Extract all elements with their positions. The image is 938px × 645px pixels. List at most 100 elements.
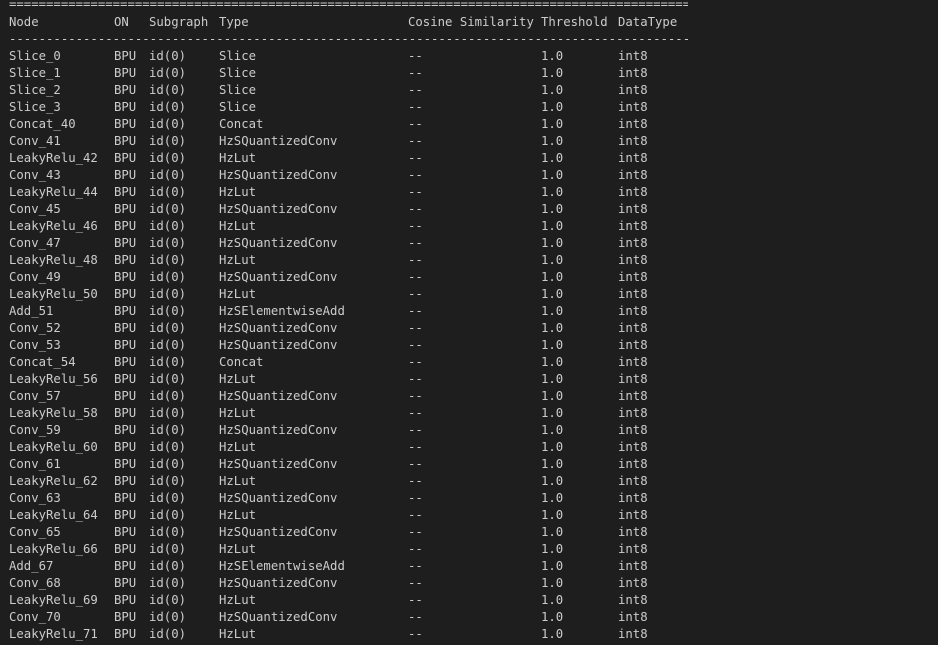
cell-on: BPU <box>114 270 137 284</box>
cell-subgraph: id(0) <box>149 627 187 641</box>
cell-cosine-similarity: -- <box>408 372 423 386</box>
cell-threshold: 1.0 <box>541 423 564 437</box>
header-type: Type <box>219 15 249 29</box>
cell-cosine-similarity: -- <box>408 134 423 148</box>
cell-on: BPU <box>114 66 137 80</box>
cell-on: BPU <box>114 406 137 420</box>
cell-datatype: int8 <box>618 134 648 148</box>
cell-type: HzSQuantizedConv <box>219 134 338 148</box>
cell-node: Slice_0 <box>9 49 61 63</box>
cell-type: Slice <box>219 66 257 80</box>
table-row: LeakyRelu_56 BPU id(0) HzLut -- 1.0 int8 <box>0 371 938 388</box>
cell-on: BPU <box>114 576 137 590</box>
cell-subgraph: id(0) <box>149 253 187 267</box>
cell-threshold: 1.0 <box>541 525 564 539</box>
cell-subgraph: id(0) <box>149 168 187 182</box>
cell-cosine-similarity: -- <box>408 304 423 318</box>
cell-on: BPU <box>114 168 137 182</box>
cell-type: HzSQuantizedConv <box>219 610 338 624</box>
cell-datatype: int8 <box>618 117 648 131</box>
cell-node: Add_51 <box>9 304 54 318</box>
cell-node: Conv_45 <box>9 202 61 216</box>
cell-on: BPU <box>114 491 137 505</box>
separator-line-header: ----------------------------------------… <box>9 32 688 46</box>
table-row: Slice_3 BPU id(0) Slice -- 1.0 int8 <box>0 99 938 116</box>
cell-threshold: 1.0 <box>541 185 564 199</box>
cell-subgraph: id(0) <box>149 49 187 63</box>
table-row: Conv_65 BPU id(0) HzSQuantizedConv -- 1.0 int8 <box>0 524 938 541</box>
cell-cosine-similarity: -- <box>408 49 423 63</box>
cell-datatype: int8 <box>618 338 648 352</box>
cell-threshold: 1.0 <box>541 202 564 216</box>
cell-subgraph: id(0) <box>149 83 187 97</box>
cell-type: Concat <box>219 117 264 131</box>
cell-node: Add_67 <box>9 559 54 573</box>
table-row: Conv_68 BPU id(0) HzSQuantizedConv -- 1.0 int8 <box>0 575 938 592</box>
cell-threshold: 1.0 <box>541 372 564 386</box>
cell-node: Conv_59 <box>9 423 61 437</box>
cell-type: HzLut <box>219 627 257 641</box>
cell-node: LeakyRelu_56 <box>9 372 98 386</box>
table-header-row: Node ON Subgraph Type Cosine Similarity … <box>0 14 938 31</box>
cell-threshold: 1.0 <box>541 627 564 641</box>
cell-datatype: int8 <box>618 406 648 420</box>
cell-type: HzSElementwiseAdd <box>219 304 345 318</box>
cell-datatype: int8 <box>618 508 648 522</box>
cell-datatype: int8 <box>618 372 648 386</box>
cell-on: BPU <box>114 440 137 454</box>
cell-subgraph: id(0) <box>149 440 187 454</box>
cell-subgraph: id(0) <box>149 100 187 114</box>
cell-cosine-similarity: -- <box>408 610 423 624</box>
cell-cosine-similarity: -- <box>408 440 423 454</box>
separator-line-top: ========================================… <box>9 0 688 11</box>
cell-type: HzLut <box>219 372 257 386</box>
cell-on: BPU <box>114 355 137 369</box>
table-row: LeakyRelu_44 BPU id(0) HzLut -- 1.0 int8 <box>0 184 938 201</box>
cell-datatype: int8 <box>618 185 648 199</box>
header-on: ON <box>114 15 129 29</box>
cell-subgraph: id(0) <box>149 287 187 301</box>
cell-threshold: 1.0 <box>541 355 564 369</box>
cell-cosine-similarity: -- <box>408 423 423 437</box>
cell-cosine-similarity: -- <box>408 389 423 403</box>
cell-node: Concat_54 <box>9 355 76 369</box>
cell-on: BPU <box>114 117 137 131</box>
cell-node: Conv_41 <box>9 134 61 148</box>
cell-on: BPU <box>114 542 137 556</box>
cell-cosine-similarity: -- <box>408 83 423 97</box>
cell-node: LeakyRelu_44 <box>9 185 98 199</box>
cell-type: HzSQuantizedConv <box>219 168 338 182</box>
cell-threshold: 1.0 <box>541 457 564 471</box>
table-row: LeakyRelu_42 BPU id(0) HzLut -- 1.0 int8 <box>0 150 938 167</box>
cell-subgraph: id(0) <box>149 457 187 471</box>
cell-on: BPU <box>114 338 137 352</box>
cell-type: HzLut <box>219 219 257 233</box>
cell-cosine-similarity: -- <box>408 627 423 641</box>
table-row: LeakyRelu_69 BPU id(0) HzLut -- 1.0 int8 <box>0 592 938 609</box>
cell-node: Conv_43 <box>9 168 61 182</box>
table-row: LeakyRelu_50 BPU id(0) HzLut -- 1.0 int8 <box>0 286 938 303</box>
cell-node: LeakyRelu_50 <box>9 287 98 301</box>
cell-subgraph: id(0) <box>149 474 187 488</box>
cell-on: BPU <box>114 610 137 624</box>
table-row: Conv_63 BPU id(0) HzSQuantizedConv -- 1.0 int8 <box>0 490 938 507</box>
cell-datatype: int8 <box>618 304 648 318</box>
cell-on: BPU <box>114 627 137 641</box>
cell-node: LeakyRelu_58 <box>9 406 98 420</box>
cell-type: Slice <box>219 49 257 63</box>
cell-subgraph: id(0) <box>149 542 187 556</box>
cell-cosine-similarity: -- <box>408 287 423 301</box>
cell-cosine-similarity: -- <box>408 321 423 335</box>
cell-type: HzSQuantizedConv <box>219 270 338 284</box>
cell-cosine-similarity: -- <box>408 100 423 114</box>
cell-datatype: int8 <box>618 576 648 590</box>
cell-threshold: 1.0 <box>541 491 564 505</box>
table-row: Conv_49 BPU id(0) HzSQuantizedConv -- 1.0 int8 <box>0 269 938 286</box>
cell-threshold: 1.0 <box>541 508 564 522</box>
table-row: Add_67 BPU id(0) HzSElementwiseAdd -- 1.0 int8 <box>0 558 938 575</box>
cell-threshold: 1.0 <box>541 440 564 454</box>
header-threshold: Threshold <box>541 15 608 29</box>
cell-type: HzLut <box>219 151 257 165</box>
cell-subgraph: id(0) <box>149 389 187 403</box>
cell-node: Conv_49 <box>9 270 61 284</box>
